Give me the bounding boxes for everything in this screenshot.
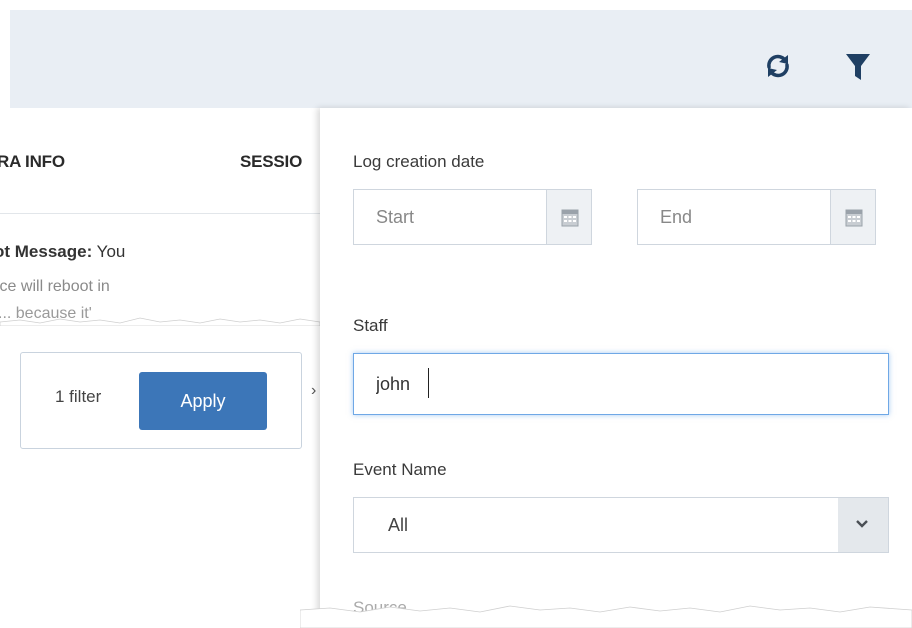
filter-icon[interactable] — [845, 52, 871, 82]
chevron-right-icon: › — [311, 382, 317, 399]
end-calendar-button[interactable] — [830, 189, 876, 245]
filter-panel: Log creation date Staff Event Name All S… — [320, 108, 912, 628]
event-name-select[interactable]: All — [353, 497, 889, 553]
start-date-input[interactable] — [353, 189, 547, 245]
reboot-message: ot Message: You — [0, 242, 125, 262]
torn-edge — [0, 317, 320, 326]
apply-button[interactable]: Apply — [139, 372, 267, 430]
event-name-label: Event Name — [353, 460, 447, 479]
select-toggle[interactable] — [838, 498, 888, 552]
reboot-message-label: ot Message: — [0, 242, 93, 261]
start-calendar-button[interactable] — [546, 189, 592, 245]
torn-edge — [300, 605, 912, 628]
calendar-icon — [561, 209, 579, 227]
tab-extra-info[interactable]: RA INFO — [0, 152, 65, 172]
staff-label: Staff — [353, 316, 388, 335]
end-date-input[interactable] — [637, 189, 831, 245]
tab-divider — [0, 213, 320, 214]
log-creation-date-label: Log creation date — [353, 152, 485, 171]
refresh-icon[interactable] — [762, 50, 794, 82]
reboot-message-text: You — [92, 242, 126, 261]
active-filter-summary: 1 filter Apply — [20, 352, 302, 449]
filter-count: 1 filter — [55, 387, 102, 406]
chevron-down-icon — [856, 520, 868, 528]
text-cursor — [428, 368, 429, 398]
reboot-message-line2: ice will reboot in — [0, 278, 110, 295]
staff-input[interactable] — [353, 353, 889, 415]
top-toolbar — [10, 10, 912, 108]
calendar-icon — [845, 209, 863, 227]
tab-session[interactable]: SESSIO — [240, 152, 302, 172]
event-name-value: All — [388, 515, 409, 535]
